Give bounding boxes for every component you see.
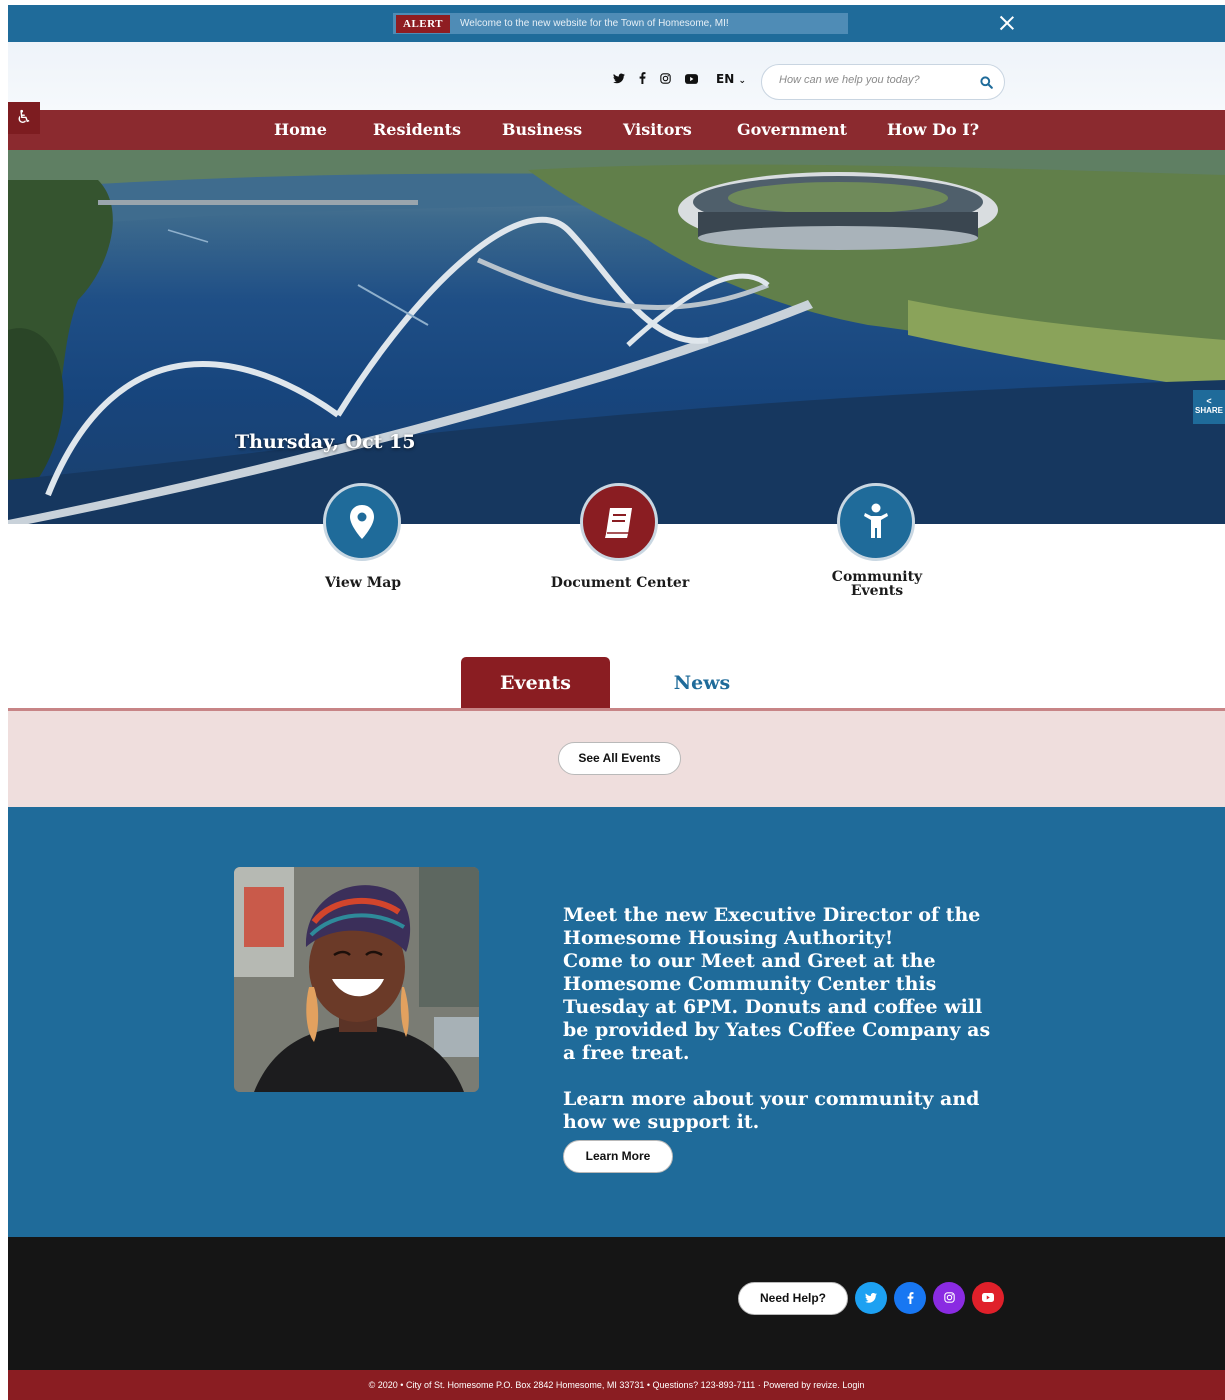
community-events-label[interactable]: Community Events bbox=[817, 570, 937, 598]
view-map-button[interactable] bbox=[323, 483, 401, 561]
tab-events[interactable]: Events bbox=[461, 657, 610, 709]
document-center-button[interactable] bbox=[580, 483, 658, 561]
nav-item-residents[interactable]: Residents bbox=[373, 120, 461, 139]
twitter-icon[interactable] bbox=[613, 72, 625, 87]
footer: Need Help? bbox=[8, 1237, 1225, 1370]
feature-text: Meet the new Executive Director of the H… bbox=[563, 904, 1003, 1134]
need-help-button[interactable]: Need Help? bbox=[738, 1282, 848, 1315]
footer-facebook-icon[interactable] bbox=[894, 1282, 926, 1314]
feature-line-1: Meet the new Executive Director of the H… bbox=[563, 904, 981, 949]
feature-line-3: Learn more about your community and how … bbox=[563, 1088, 980, 1133]
feature-section: Meet the new Executive Director of the H… bbox=[8, 807, 1225, 1237]
search-box bbox=[761, 64, 1005, 100]
utility-bar: EN ⌄ bbox=[8, 42, 1225, 110]
view-map-label[interactable]: View Map bbox=[283, 576, 443, 590]
language-label: EN bbox=[716, 72, 735, 86]
nav-item-how-do-i[interactable]: How Do I? bbox=[887, 120, 979, 139]
share-label: SHARE bbox=[1194, 406, 1223, 415]
learn-more-button[interactable]: Learn More bbox=[563, 1140, 673, 1173]
community-events-button[interactable] bbox=[837, 483, 915, 561]
footer-twitter-icon[interactable] bbox=[855, 1282, 887, 1314]
hero-date: Thursday, Oct 15 bbox=[235, 431, 416, 453]
search-input[interactable] bbox=[779, 74, 959, 86]
see-all-events-button[interactable]: See All Events bbox=[558, 742, 681, 775]
close-icon[interactable] bbox=[998, 14, 1016, 32]
header-social-links bbox=[613, 72, 698, 87]
alert-box[interactable]: ALERT Welcome to the new website for the… bbox=[393, 13, 848, 34]
page: ALERT Welcome to the new website for the… bbox=[8, 5, 1225, 1400]
youtube-icon[interactable] bbox=[685, 73, 698, 87]
accessibility-icon[interactable]: ♿ bbox=[8, 102, 40, 134]
alert-tag: ALERT bbox=[396, 14, 451, 33]
facebook-icon[interactable] bbox=[639, 72, 646, 87]
book-icon bbox=[605, 508, 632, 538]
nav-item-home[interactable]: Home bbox=[274, 120, 327, 139]
main-nav: Home Residents Business Visitors Governm… bbox=[8, 110, 1225, 150]
copyright-bar: © 2020 • City of St. Homesome P.O. Box 2… bbox=[8, 1370, 1225, 1400]
share-icon: < bbox=[1206, 396, 1212, 406]
footer-instagram-icon[interactable] bbox=[933, 1282, 965, 1314]
search-icon[interactable] bbox=[980, 76, 993, 89]
events-panel: See All Events bbox=[8, 711, 1225, 807]
language-selector[interactable]: EN ⌄ bbox=[716, 72, 746, 86]
feature-line-2: Come to our Meet and Greet at the Homeso… bbox=[563, 950, 991, 1064]
instagram-icon[interactable] bbox=[660, 72, 671, 87]
director-portrait bbox=[234, 867, 479, 1092]
hero-banner: Thursday, Oct 15 < SHARE bbox=[8, 150, 1225, 524]
nav-item-government[interactable]: Government bbox=[737, 120, 847, 139]
hero-image bbox=[8, 150, 1225, 524]
chevron-down-icon: ⌄ bbox=[738, 76, 746, 86]
map-pin-icon bbox=[350, 505, 374, 539]
nav-item-business[interactable]: Business bbox=[502, 120, 582, 139]
document-center-label[interactable]: Document Center bbox=[540, 576, 700, 590]
nav-item-visitors[interactable]: Visitors bbox=[623, 120, 692, 139]
tab-news[interactable]: News bbox=[627, 657, 777, 709]
person-icon bbox=[864, 503, 888, 538]
footer-youtube-icon[interactable] bbox=[972, 1282, 1004, 1314]
share-button[interactable]: < SHARE bbox=[1193, 390, 1225, 424]
alert-bar: ALERT Welcome to the new website for the… bbox=[8, 5, 1225, 42]
alert-message[interactable]: Welcome to the new website for the Town … bbox=[460, 18, 729, 29]
